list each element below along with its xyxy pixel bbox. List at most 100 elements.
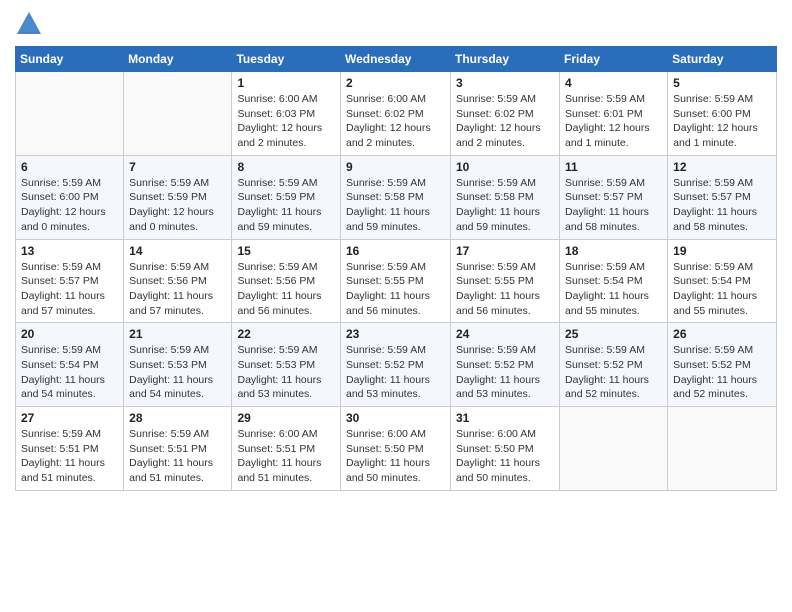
calendar-cell: 6 Sunrise: 5:59 AMSunset: 6:00 PMDaylight…	[16, 155, 124, 239]
calendar-cell: 27 Sunrise: 5:59 AMSunset: 5:51 PMDayligh…	[16, 407, 124, 491]
day-info: Sunrise: 6:00 AMSunset: 6:02 PMDaylight:…	[346, 92, 445, 151]
day-info: Sunrise: 5:59 AMSunset: 5:57 PMDaylight:…	[673, 176, 771, 235]
header-thursday: Thursday	[451, 47, 560, 72]
header-row: SundayMondayTuesdayWednesdayThursdayFrid…	[16, 47, 777, 72]
day-number: 28	[129, 411, 226, 425]
calendar-body: 1 Sunrise: 6:00 AMSunset: 6:03 PMDaylight…	[16, 72, 777, 491]
header-sunday: Sunday	[16, 47, 124, 72]
day-info: Sunrise: 5:59 AMSunset: 5:56 PMDaylight:…	[237, 260, 335, 319]
calendar-cell: 9Sunrise: 5:59 AMSunset: 5:58 PMDaylight…	[341, 155, 451, 239]
day-number: 6	[21, 160, 118, 174]
calendar-cell: 2 Sunrise: 6:00 AMSunset: 6:02 PMDaylight…	[341, 72, 451, 156]
day-info: Sunrise: 5:59 AMSunset: 5:52 PMDaylight:…	[346, 343, 445, 402]
day-info: Sunrise: 6:00 AMSunset: 5:51 PMDaylight:…	[237, 427, 335, 486]
day-number: 21	[129, 327, 226, 341]
day-number: 1	[237, 76, 335, 90]
day-info: Sunrise: 6:00 AMSunset: 6:03 PMDaylight:…	[237, 92, 335, 151]
logo	[15, 10, 47, 38]
calendar-cell: 24 Sunrise: 5:59 AMSunset: 5:52 PMDayligh…	[451, 323, 560, 407]
day-number: 15	[237, 244, 335, 258]
day-info: Sunrise: 5:59 AMSunset: 6:00 PMDaylight:…	[673, 92, 771, 151]
calendar-cell: 17 Sunrise: 5:59 AMSunset: 5:55 PMDayligh…	[451, 239, 560, 323]
calendar-cell: 3Sunrise: 5:59 AMSunset: 6:02 PMDaylight…	[451, 72, 560, 156]
calendar-cell: 30Sunrise: 6:00 AMSunset: 5:50 PMDayligh…	[341, 407, 451, 491]
calendar-cell: 22 Sunrise: 5:59 AMSunset: 5:53 PMDayligh…	[232, 323, 341, 407]
calendar-week-3: 13 Sunrise: 5:59 AMSunset: 5:57 PMDayligh…	[16, 239, 777, 323]
day-info: Sunrise: 6:00 AMSunset: 5:50 PMDaylight:…	[346, 427, 445, 486]
calendar-cell: 23 Sunrise: 5:59 AMSunset: 5:52 PMDayligh…	[341, 323, 451, 407]
header	[15, 10, 777, 38]
calendar-cell: 11Sunrise: 5:59 AMSunset: 5:57 PMDayligh…	[560, 155, 668, 239]
day-info: Sunrise: 5:59 AMSunset: 5:57 PMDaylight:…	[21, 260, 118, 319]
day-number: 5	[673, 76, 771, 90]
calendar-cell: 19Sunrise: 5:59 AMSunset: 5:54 PMDayligh…	[668, 239, 777, 323]
day-info: Sunrise: 5:59 AMSunset: 5:51 PMDaylight:…	[21, 427, 118, 486]
header-wednesday: Wednesday	[341, 47, 451, 72]
day-number: 20	[21, 327, 118, 341]
day-number: 2	[346, 76, 445, 90]
day-number: 7	[129, 160, 226, 174]
calendar-cell: 13 Sunrise: 5:59 AMSunset: 5:57 PMDayligh…	[16, 239, 124, 323]
day-number: 11	[565, 160, 662, 174]
calendar-cell: 21 Sunrise: 5:59 AMSunset: 5:53 PMDayligh…	[124, 323, 232, 407]
day-number: 13	[21, 244, 118, 258]
day-number: 19	[673, 244, 771, 258]
calendar-cell: 29 Sunrise: 6:00 AMSunset: 5:51 PMDayligh…	[232, 407, 341, 491]
day-number: 12	[673, 160, 771, 174]
day-number: 10	[456, 160, 554, 174]
day-number: 27	[21, 411, 118, 425]
calendar-table: SundayMondayTuesdayWednesdayThursdayFrid…	[15, 46, 777, 491]
calendar-cell: 26 Sunrise: 5:59 AMSunset: 5:52 PMDayligh…	[668, 323, 777, 407]
day-number: 18	[565, 244, 662, 258]
calendar-cell: 14 Sunrise: 5:59 AMSunset: 5:56 PMDayligh…	[124, 239, 232, 323]
day-info: Sunrise: 5:59 AMSunset: 5:54 PMDaylight:…	[21, 343, 118, 402]
calendar-cell: 20 Sunrise: 5:59 AMSunset: 5:54 PMDayligh…	[16, 323, 124, 407]
day-info: Sunrise: 5:59 AMSunset: 6:00 PMDaylight:…	[21, 176, 118, 235]
day-number: 14	[129, 244, 226, 258]
calendar-cell: 16 Sunrise: 5:59 AMSunset: 5:55 PMDayligh…	[341, 239, 451, 323]
calendar-week-5: 27 Sunrise: 5:59 AMSunset: 5:51 PMDayligh…	[16, 407, 777, 491]
calendar-cell	[668, 407, 777, 491]
day-number: 26	[673, 327, 771, 341]
day-number: 29	[237, 411, 335, 425]
day-number: 22	[237, 327, 335, 341]
day-number: 3	[456, 76, 554, 90]
day-info: Sunrise: 5:59 AMSunset: 5:59 PMDaylight:…	[129, 176, 226, 235]
day-info: Sunrise: 5:59 AMSunset: 5:52 PMDaylight:…	[673, 343, 771, 402]
calendar-cell	[124, 72, 232, 156]
calendar-header: SundayMondayTuesdayWednesdayThursdayFrid…	[16, 47, 777, 72]
calendar-cell: 1 Sunrise: 6:00 AMSunset: 6:03 PMDaylight…	[232, 72, 341, 156]
header-friday: Friday	[560, 47, 668, 72]
day-info: Sunrise: 5:59 AMSunset: 5:52 PMDaylight:…	[456, 343, 554, 402]
day-info: Sunrise: 5:59 AMSunset: 6:01 PMDaylight:…	[565, 92, 662, 151]
calendar-cell	[560, 407, 668, 491]
day-number: 8	[237, 160, 335, 174]
day-number: 17	[456, 244, 554, 258]
day-info: Sunrise: 5:59 AMSunset: 5:56 PMDaylight:…	[129, 260, 226, 319]
day-info: Sunrise: 5:59 AMSunset: 5:55 PMDaylight:…	[346, 260, 445, 319]
calendar-cell: 25Sunrise: 5:59 AMSunset: 5:52 PMDayligh…	[560, 323, 668, 407]
calendar-cell: 31 Sunrise: 6:00 AMSunset: 5:50 PMDayligh…	[451, 407, 560, 491]
calendar-cell: 4 Sunrise: 5:59 AMSunset: 6:01 PMDaylight…	[560, 72, 668, 156]
calendar-cell	[16, 72, 124, 156]
day-number: 24	[456, 327, 554, 341]
header-monday: Monday	[124, 47, 232, 72]
day-info: Sunrise: 5:59 AMSunset: 5:58 PMDaylight:…	[456, 176, 554, 235]
day-info: Sunrise: 5:59 AMSunset: 5:52 PMDaylight:…	[565, 343, 662, 402]
day-info: Sunrise: 5:59 AMSunset: 5:53 PMDaylight:…	[129, 343, 226, 402]
calendar-cell: 10 Sunrise: 5:59 AMSunset: 5:58 PMDayligh…	[451, 155, 560, 239]
day-number: 23	[346, 327, 445, 341]
page: SundayMondayTuesdayWednesdayThursdayFrid…	[0, 0, 792, 506]
calendar-cell: 12 Sunrise: 5:59 AMSunset: 5:57 PMDayligh…	[668, 155, 777, 239]
day-number: 16	[346, 244, 445, 258]
header-tuesday: Tuesday	[232, 47, 341, 72]
calendar-cell: 18Sunrise: 5:59 AMSunset: 5:54 PMDayligh…	[560, 239, 668, 323]
day-number: 9	[346, 160, 445, 174]
day-info: Sunrise: 5:59 AMSunset: 5:53 PMDaylight:…	[237, 343, 335, 402]
day-number: 31	[456, 411, 554, 425]
day-info: Sunrise: 5:59 AMSunset: 5:55 PMDaylight:…	[456, 260, 554, 319]
day-info: Sunrise: 6:00 AMSunset: 5:50 PMDaylight:…	[456, 427, 554, 486]
calendar-cell: 28Sunrise: 5:59 AMSunset: 5:51 PMDayligh…	[124, 407, 232, 491]
day-number: 4	[565, 76, 662, 90]
header-saturday: Saturday	[668, 47, 777, 72]
